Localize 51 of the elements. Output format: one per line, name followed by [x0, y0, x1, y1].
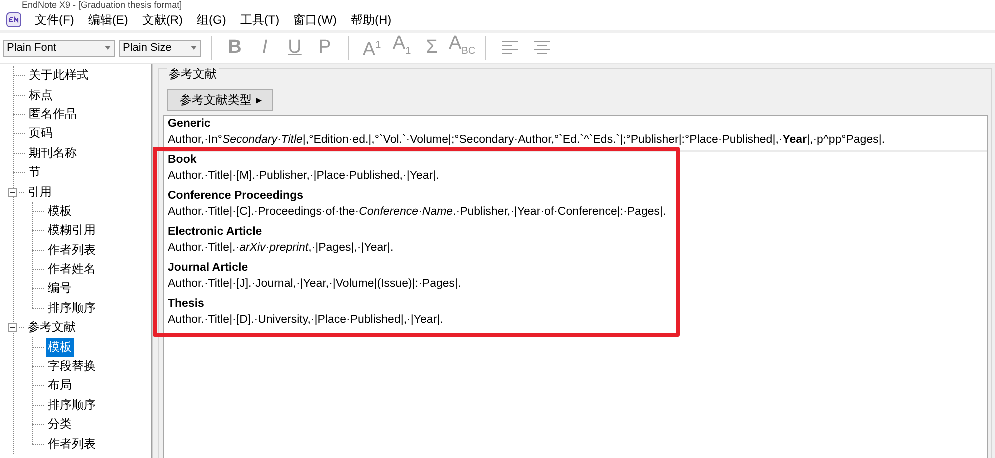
tree-item[interactable]: 节 — [27, 163, 43, 182]
template-text: Author.·Title|·[D].·University,·|Place·Published|,·|Year|. — [168, 313, 444, 328]
tree-item[interactable]: 模板 — [46, 202, 74, 221]
tree-item[interactable]: 关于此样式 — [27, 66, 91, 86]
app-logo-icon[interactable] — [6, 12, 22, 28]
reference-type-name: Book — [168, 153, 198, 168]
menu-item[interactable]: 编辑(E) — [83, 12, 134, 28]
tree-item[interactable]: 作者列表 — [46, 434, 98, 454]
align-center-icon[interactable] — [534, 41, 550, 55]
font-dropdown[interactable]: Plain Font — [3, 40, 115, 56]
tree-item[interactable]: 布局 — [46, 376, 74, 396]
tree-item[interactable]: 排序顺序 — [46, 298, 98, 318]
menu-item[interactable]: 窗口(W) — [288, 12, 342, 28]
tree-item[interactable]: 作者姓名 — [46, 260, 98, 280]
tree-item[interactable]: 参考文献 — [26, 318, 78, 338]
tree-item[interactable]: 页码 — [27, 124, 55, 144]
menu-item[interactable]: 文件(F) — [30, 12, 80, 28]
size-dropdown[interactable]: Plain Size — [119, 40, 201, 56]
template-text: Author,·In°Secondary·Title|,°Edition·ed.|,°`Vol.`·Volume|;°Secondary·Author,°`Ed.`^`Eds.`|;°Publisher|:°Place·Published|,·Year|,·p^pp°Pages|. — [168, 133, 886, 148]
menu-item[interactable]: 文献(R) — [137, 12, 188, 28]
dropdown-arrow-icon — [191, 46, 197, 50]
tree-item[interactable]: 模糊引用 — [46, 221, 98, 240]
template-text: Author.·Title|·[C].·Proceedings·of·the·Conference·Name.·Publisher,·|Year·of·Conference|:·Pages|. — [168, 205, 668, 220]
tree-item[interactable]: 作者列表 — [46, 240, 98, 260]
tree-item[interactable]: 模板 — [46, 338, 74, 357]
collapse-icon[interactable] — [8, 323, 17, 332]
tree-item[interactable]: 字段替换 — [46, 357, 98, 376]
tree-item[interactable]: 期刊名称 — [27, 144, 79, 163]
align-left-icon[interactable] — [502, 41, 518, 55]
dropdown-arrow-icon — [105, 46, 111, 50]
reference-type-name: Electronic Article — [168, 225, 264, 240]
tree-item[interactable]: 标点 — [27, 86, 55, 105]
reference-type-button[interactable]: 参考文献类型 ▸ — [167, 89, 274, 111]
menu-item[interactable]: 组(G) — [192, 12, 232, 28]
tree-item[interactable]: 编号 — [46, 279, 74, 298]
reference-type-name: Generic — [168, 117, 212, 132]
window-title: EndNote X9 - [Graduation thesis format] — [22, 0, 182, 10]
reference-type-name: Conference Proceedings — [168, 189, 304, 204]
tree-item[interactable]: 分类 — [46, 415, 74, 434]
group-title: 参考文献 — [167, 66, 219, 83]
collapse-icon[interactable] — [8, 188, 17, 197]
reference-type-name: Journal Article — [168, 261, 250, 276]
tree-item[interactable]: 引用 — [26, 182, 54, 202]
template-text: Author.·Title|·[J].·Journal,·|Year,·|Volume|(Issue)|:·Pages|. — [168, 277, 462, 292]
reference-type-name: Thesis — [168, 297, 206, 312]
tree-item[interactable]: 排序顺序 — [46, 396, 98, 415]
menu-item[interactable]: 工具(T) — [235, 12, 285, 28]
template-text: Author.·Title|.·arXiv·preprint,·|Pages|,·|Year|. — [168, 241, 395, 256]
menu-item[interactable]: 帮助(H) — [346, 12, 397, 28]
template-text: Author.·Title|·[M].·Publisher,·|Place·Published,·|Year|. — [168, 169, 440, 184]
tree-item[interactable]: 匿名作品 — [27, 104, 79, 124]
